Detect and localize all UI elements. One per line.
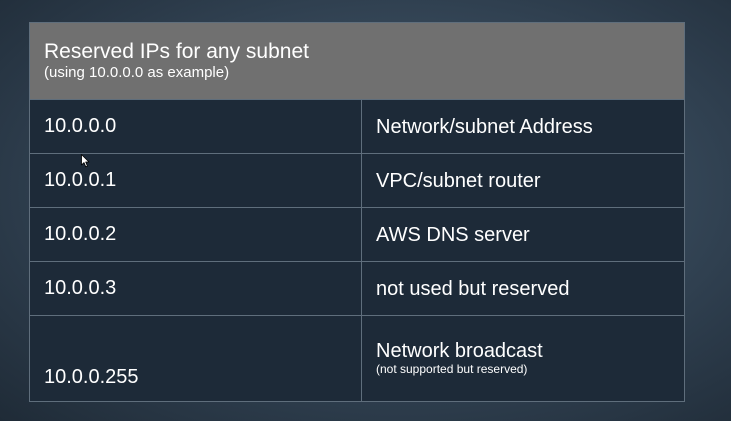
- ip-cell: 10.0.0.0: [29, 99, 362, 154]
- description-text: not used but reserved: [376, 277, 570, 300]
- ip-cell: 10.0.0.3: [29, 261, 362, 316]
- description-text: Network broadcast: [376, 340, 543, 362]
- table-row: 10.0.0.0 Network/subnet Address: [29, 99, 685, 154]
- table-header: Reserved IPs for any subnet (using 10.0.…: [29, 22, 685, 100]
- mouse-pointer-icon: [81, 154, 90, 168]
- description-text: Network/subnet Address: [376, 115, 593, 138]
- reserved-ips-table: Reserved IPs for any subnet (using 10.0.…: [29, 22, 685, 402]
- description-cell: VPC/subnet router: [361, 153, 685, 208]
- ip-cell: 10.0.0.255: [29, 315, 362, 402]
- description-cell: AWS DNS server: [361, 207, 685, 262]
- ip-cell: 10.0.0.2: [29, 207, 362, 262]
- table-subtitle: (using 10.0.0.0 as example): [44, 64, 230, 81]
- description-cell: Network broadcast (not supported but res…: [361, 315, 685, 402]
- table-row: 10.0.0.1 VPC/subnet router: [29, 153, 685, 208]
- description-cell: Network/subnet Address: [361, 99, 685, 154]
- description-cell: not used but reserved: [361, 261, 685, 316]
- table-row: 10.0.0.2 AWS DNS server: [29, 207, 685, 262]
- table-row: 10.0.0.255 Network broadcast (not suppor…: [29, 315, 685, 402]
- description-note: (not supported but reserved): [376, 362, 528, 376]
- ip-cell: 10.0.0.1: [29, 153, 362, 208]
- table-row: 10.0.0.3 not used but reserved: [29, 261, 685, 316]
- description-text: AWS DNS server: [376, 223, 530, 246]
- description-text: VPC/subnet router: [376, 169, 541, 192]
- table-title: Reserved IPs for any subnet: [44, 40, 309, 63]
- table-header-row: Reserved IPs for any subnet (using 10.0.…: [29, 22, 685, 100]
